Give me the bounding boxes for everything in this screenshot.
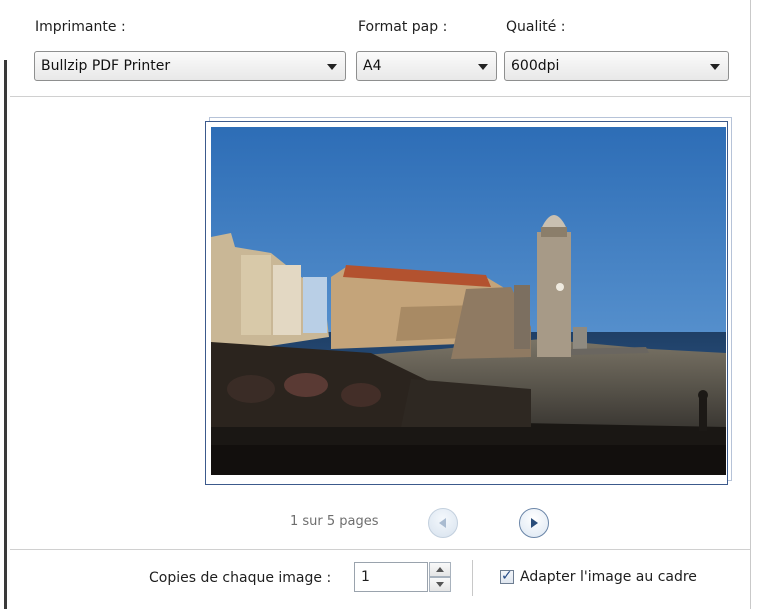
paper-format-select[interactable]: A4 (356, 51, 497, 81)
paper-format-label: Format pap : (358, 19, 448, 35)
paper-format-select-value: A4 (363, 58, 382, 74)
print-options-bar: Copies de chaque image : 1 ✓ Adapter l'i… (10, 549, 750, 610)
chevron-down-icon (436, 582, 444, 587)
printer-label: Imprimante : (35, 19, 126, 35)
previous-page-button[interactable] (428, 508, 458, 538)
chevron-right-icon (531, 518, 538, 528)
printer-select[interactable]: Bullzip PDF Printer (34, 51, 346, 81)
next-page-button[interactable] (519, 508, 549, 538)
print-preview-area: 1 sur 5 pages (10, 97, 750, 549)
window-right-border (750, 0, 751, 609)
chevron-down-icon (478, 64, 488, 70)
quality-select[interactable]: 600dpi (504, 51, 729, 81)
window-left-edge (0, 0, 10, 609)
print-settings-bar: Imprimante : Bullzip PDF Printer Format … (10, 0, 750, 97)
checkmark-icon: ✓ (501, 568, 513, 584)
printer-select-value: Bullzip PDF Printer (41, 58, 171, 74)
chevron-down-icon (710, 64, 720, 70)
divider (472, 560, 473, 596)
copies-input[interactable]: 1 (354, 562, 428, 592)
copies-decrement-button[interactable] (429, 577, 451, 592)
window-edge-line (4, 60, 7, 609)
copies-label: Copies de chaque image : (149, 570, 332, 586)
page-counter: 1 sur 5 pages (290, 514, 379, 529)
quality-label: Qualité : (506, 19, 566, 35)
preview-photo (211, 127, 726, 475)
chevron-down-icon (327, 64, 337, 70)
copies-increment-button[interactable] (429, 562, 451, 577)
fit-image-checkbox[interactable]: ✓ (500, 568, 514, 584)
fit-image-label[interactable]: Adapter l'image au cadre (520, 569, 697, 585)
chevron-up-icon (436, 567, 444, 572)
quality-select-value: 600dpi (511, 58, 560, 74)
copies-stepper (429, 562, 451, 592)
chevron-left-icon (439, 518, 446, 528)
